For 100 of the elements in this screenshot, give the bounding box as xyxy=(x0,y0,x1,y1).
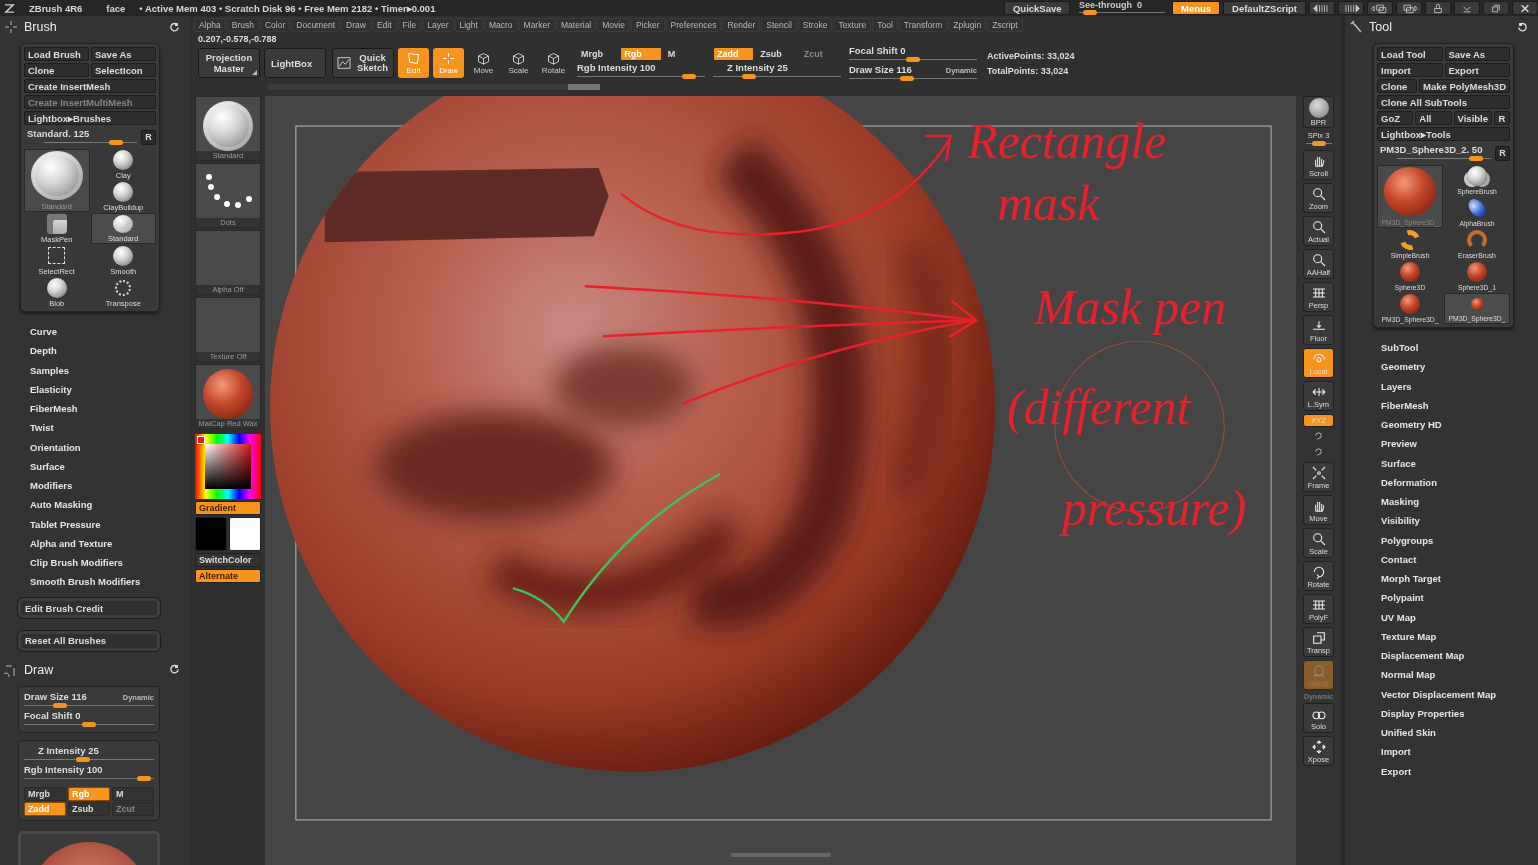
slider-thumb[interactable] xyxy=(82,721,96,727)
section-item[interactable]: Samples xyxy=(30,360,190,380)
rgb-mode-toggle[interactable]: Mrgb xyxy=(24,786,66,801)
section-item[interactable]: Alpha and Texture xyxy=(30,533,190,553)
palette-button[interactable]: All xyxy=(1415,111,1452,125)
slider-thumb[interactable] xyxy=(53,702,67,708)
section-item[interactable]: Layers xyxy=(1381,376,1538,396)
palette-button[interactable]: Save As xyxy=(1444,47,1510,61)
mode-button[interactable]: Rotate xyxy=(538,48,569,78)
menu-item[interactable]: Preferences xyxy=(665,18,722,32)
menu-item[interactable]: Brush xyxy=(226,18,259,32)
menu-item[interactable]: Edit xyxy=(371,18,397,32)
slider-thumb[interactable] xyxy=(1082,10,1097,15)
section-item[interactable]: Polypaint xyxy=(1381,588,1538,608)
windows-icon-button[interactable] xyxy=(1396,1,1422,15)
palette-button[interactable]: Lightbox▸Tools xyxy=(1377,127,1510,141)
palette-button[interactable]: Make PolyMesh3D xyxy=(1419,79,1510,93)
menu-item[interactable]: Stroke xyxy=(797,18,833,32)
menu-item[interactable]: Macro xyxy=(483,18,518,32)
gradient-toggle[interactable]: Gradient xyxy=(195,501,261,515)
palette-button[interactable]: Export xyxy=(1444,63,1510,77)
section-item[interactable]: Polygroups xyxy=(1381,530,1538,550)
section-item[interactable]: Clip Brush Modifiers xyxy=(30,553,190,573)
action-button[interactable]: Edit Brush Credit xyxy=(18,598,160,618)
palette-button[interactable]: Clone xyxy=(1377,79,1418,93)
menu-item[interactable]: Picker xyxy=(630,18,665,32)
palette-button[interactable]: R xyxy=(1494,111,1510,125)
menu-item[interactable]: Material xyxy=(556,18,597,32)
section-item[interactable]: Vector Displacement Map xyxy=(1381,684,1538,704)
section-item[interactable]: Display Properties xyxy=(1381,703,1538,723)
slider-thumb[interactable] xyxy=(108,140,123,145)
reset-button[interactable]: R xyxy=(1495,145,1510,161)
section-item[interactable]: FiberMesh xyxy=(1381,395,1538,415)
section-item[interactable]: Auto Masking xyxy=(30,495,190,515)
refresh-icon[interactable] xyxy=(1517,21,1528,33)
section-item[interactable]: Geometry HD xyxy=(1381,415,1538,435)
lock-icon-button[interactable] xyxy=(1425,1,1451,15)
slider-thumb[interactable] xyxy=(136,775,151,781)
menu-item[interactable]: Document xyxy=(291,18,341,32)
slider-thumb[interactable] xyxy=(741,73,756,79)
menu-item[interactable]: Movie xyxy=(597,18,630,32)
menu-item[interactable]: Alpha xyxy=(194,18,226,32)
section-item[interactable]: SubTool xyxy=(1381,338,1538,358)
menu-item[interactable]: Zplugin xyxy=(948,18,987,32)
restore-button[interactable] xyxy=(1483,1,1509,15)
section-item[interactable]: FiberMesh xyxy=(30,399,190,419)
section-item[interactable]: Curve xyxy=(30,322,190,342)
close-button[interactable] xyxy=(1512,1,1538,15)
menu-item[interactable]: Zscript xyxy=(987,18,1023,32)
section-item[interactable]: UV Map xyxy=(1381,607,1538,627)
quicksave-button[interactable]: QuickSave xyxy=(1003,1,1070,15)
refresh-icon[interactable] xyxy=(169,21,180,33)
menu-item[interactable]: Draw xyxy=(341,18,371,32)
slider-thumb[interactable] xyxy=(1469,156,1483,161)
section-item[interactable]: Export xyxy=(1381,761,1538,781)
section-item[interactable]: Texture Map xyxy=(1381,626,1538,646)
section-item[interactable]: Import xyxy=(1381,742,1538,762)
switch-color-button[interactable]: SwitchColor xyxy=(195,553,261,567)
section-item[interactable]: Contact xyxy=(1381,549,1538,569)
reset-button[interactable]: R xyxy=(141,129,156,145)
section-item[interactable]: Surface xyxy=(30,456,190,476)
z-mode-toggle[interactable]: Zsub xyxy=(68,801,110,816)
section-item[interactable]: Surface xyxy=(1381,453,1538,473)
section-item[interactable]: Visibility xyxy=(1381,511,1538,531)
secondary-color-swatch[interactable] xyxy=(229,517,261,551)
projection-master-button[interactable]: Projection Master xyxy=(198,48,260,78)
section-item[interactable]: Morph Target xyxy=(1381,569,1538,589)
palette-button[interactable]: Visible xyxy=(1453,111,1492,125)
palette-button[interactable]: Create InsertMesh xyxy=(24,79,156,93)
section-item[interactable]: Geometry xyxy=(1381,357,1538,377)
section-item[interactable]: Normal Map xyxy=(1381,665,1538,685)
section-item[interactable]: Depth xyxy=(30,341,190,361)
scroll-left-button[interactable] xyxy=(1309,1,1335,15)
slider-thumb[interactable] xyxy=(1311,141,1326,146)
section-item[interactable]: Elasticity xyxy=(30,379,190,399)
section-item[interactable]: Tablet Pressure xyxy=(30,514,190,534)
windows-icon-button[interactable] xyxy=(1367,1,1393,15)
slider-thumb[interactable] xyxy=(906,56,920,62)
slider-thumb[interactable] xyxy=(681,73,696,79)
menu-item[interactable]: Transform xyxy=(898,18,948,32)
mode-button[interactable]: Move xyxy=(468,48,499,78)
palette-button[interactable]: Lightbox▸Brushes xyxy=(24,111,156,125)
palette-button[interactable]: GoZ xyxy=(1377,111,1414,125)
menu-item[interactable]: Marker xyxy=(518,18,555,32)
section-item[interactable]: Unified Skin xyxy=(1381,723,1538,743)
menu-item[interactable]: Render xyxy=(722,18,761,32)
palette-button[interactable]: Clone All SubTools xyxy=(1377,95,1510,109)
palette-button[interactable]: Import xyxy=(1377,63,1443,77)
scrollbar[interactable] xyxy=(268,84,600,90)
menu-item[interactable]: Light xyxy=(454,18,483,32)
slider-thumb[interactable] xyxy=(900,75,915,81)
palette-button[interactable]: Save As xyxy=(91,47,156,61)
menu-item[interactable]: Tool xyxy=(872,18,898,32)
minimize-button[interactable] xyxy=(1454,1,1480,15)
color-picker[interactable] xyxy=(195,434,261,499)
palette-button[interactable]: Load Tool xyxy=(1377,47,1443,61)
menu-item[interactable]: Color xyxy=(259,18,291,32)
section-item[interactable]: Smooth Brush Modifiers xyxy=(30,572,190,592)
section-item[interactable]: Deformation xyxy=(1381,472,1538,492)
lightbox-button[interactable]: LightBox xyxy=(264,48,326,78)
